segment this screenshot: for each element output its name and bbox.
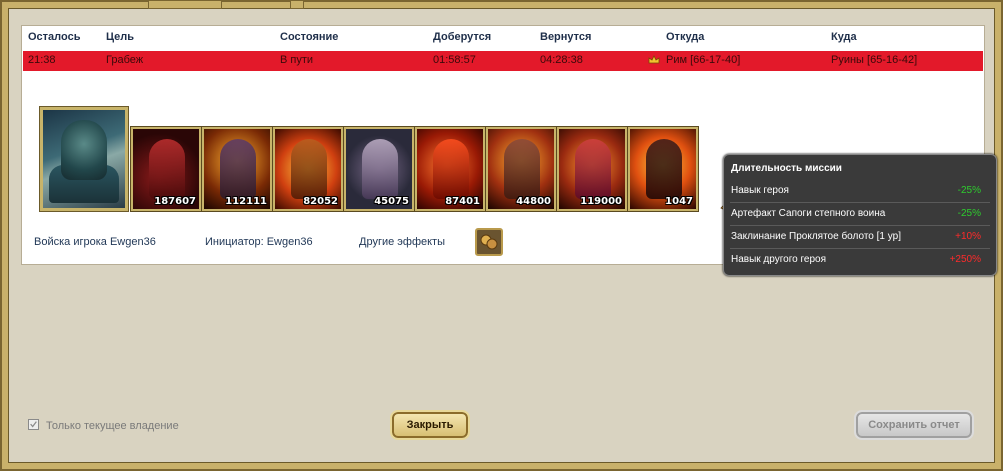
- tooltip-line-value: +10%: [955, 231, 981, 242]
- cell-state: В пути: [280, 54, 314, 66]
- troop-slot[interactable]: 44800: [485, 126, 557, 212]
- cell-to[interactable]: Руины [65-16-42]: [831, 54, 917, 66]
- table-row[interactable]: 21:38 Грабеж В пути 01:58:57 04:28:38 Ри…: [23, 51, 983, 71]
- current-holding-checkbox[interactable]: [28, 419, 39, 430]
- close-button[interactable]: Закрыть: [390, 410, 470, 440]
- col-to: Куда: [831, 31, 857, 43]
- troop-figure: [433, 139, 469, 199]
- cell-return: 04:28:38: [540, 54, 583, 66]
- army-strip: 187607 112111 82052 45075 87401 44800 11…: [38, 105, 734, 215]
- hero-portrait[interactable]: [39, 106, 129, 212]
- troop-figure: [291, 139, 327, 199]
- troop-figure: [504, 139, 540, 199]
- troop-slot[interactable]: 82052: [272, 126, 344, 212]
- troop-slot[interactable]: 87401: [414, 126, 486, 212]
- troop-count: 112111: [225, 196, 267, 207]
- troop-count: 187607: [154, 196, 196, 207]
- cell-remaining: 21:38: [28, 54, 56, 66]
- tooltip-line-label: Навык другого героя: [731, 254, 827, 265]
- mission-duration-tooltip: Длительность миссии Навык героя -25% Арт…: [723, 154, 997, 276]
- col-from: Откуда: [666, 31, 705, 43]
- troop-figure: [362, 139, 398, 199]
- troop-slot[interactable]: 1047: [627, 126, 699, 212]
- troop-count: 119000: [580, 196, 622, 207]
- troop-figure: [149, 139, 185, 199]
- troop-figure: [220, 139, 256, 199]
- player-troops-label: Войска игрока Ewgen36: [34, 236, 156, 248]
- troop-slot[interactable]: 112111: [201, 126, 273, 212]
- cell-arrive: 01:58:57: [433, 54, 476, 66]
- tooltip-title: Длительность миссии: [731, 163, 842, 174]
- current-holding-label[interactable]: Только текущее владение: [46, 420, 179, 432]
- troop-slot[interactable]: 45075: [343, 126, 415, 212]
- tooltip-line-value: -25%: [957, 208, 981, 219]
- check-icon: [30, 421, 37, 428]
- tooltip-line-value: +250%: [949, 254, 981, 265]
- troop-count: 1047: [665, 196, 693, 207]
- hero-face: [61, 120, 107, 180]
- cell-from[interactable]: Рим [66-17-40]: [666, 54, 740, 66]
- frame-ornament: [290, 0, 304, 9]
- troop-count: 45075: [374, 196, 409, 207]
- col-arrive: Доберутся: [433, 31, 492, 43]
- tooltip-line-value: -25%: [957, 185, 981, 196]
- troop-slot[interactable]: 119000: [556, 126, 628, 212]
- crown-icon: [648, 55, 660, 64]
- troop-count: 87401: [445, 196, 480, 207]
- tooltip-line-label: Заклинание Проклятое болото [1 ур]: [731, 231, 901, 242]
- troop-slot[interactable]: 187607: [130, 126, 202, 212]
- initiator-label: Инициатор: Ewgen36: [205, 236, 313, 248]
- col-return: Вернутся: [540, 31, 592, 43]
- save-report-button[interactable]: Сохранить отчет: [854, 410, 974, 440]
- frame-ornament: [148, 0, 222, 9]
- tooltip-separator: [730, 248, 990, 249]
- other-effects-label: Другие эффекты: [359, 236, 445, 248]
- tooltip-line-label: Навык героя: [731, 185, 789, 196]
- troop-figure: [575, 139, 611, 199]
- col-state: Состояние: [280, 31, 339, 43]
- cell-goal: Грабеж: [106, 54, 144, 66]
- tooltip-separator: [730, 225, 990, 226]
- col-remaining: Осталось: [28, 31, 81, 43]
- troop-figure: [646, 139, 682, 199]
- col-goal: Цель: [106, 31, 135, 43]
- table-header: Осталось Цель Состояние Доберутся Вернут…: [22, 26, 984, 50]
- troop-count: 44800: [516, 196, 551, 207]
- tooltip-separator: [730, 202, 990, 203]
- tooltip-line-label: Артефакт Сапоги степного воина: [731, 208, 886, 219]
- effects-icon[interactable]: [475, 228, 503, 256]
- troop-count: 82052: [303, 196, 338, 207]
